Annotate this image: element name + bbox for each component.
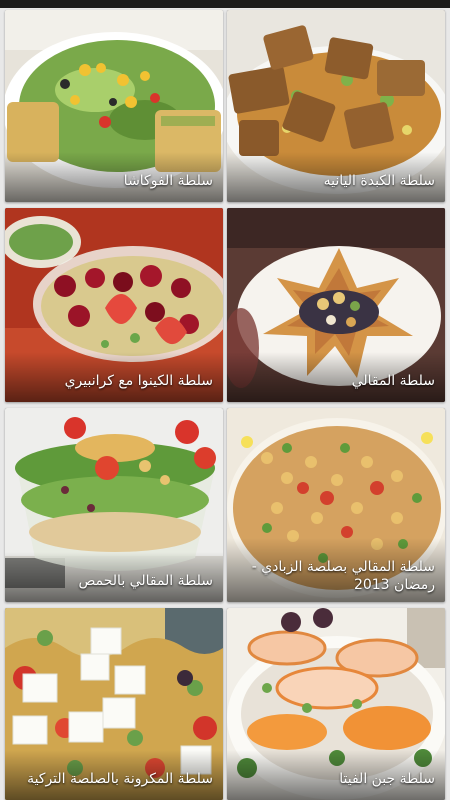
recipe-card-fried-salad[interactable]: سلطة المقالي — [227, 208, 445, 402]
recipe-title: سلطة المقالي بصلصة الزبادي - رمضان 2013 — [251, 559, 435, 593]
recipe-card-focaccia-salad[interactable]: سلطة الفوكاشا — [5, 10, 223, 202]
recipe-card-quinoa-cranberry-salad[interactable]: سلطة الكينوا مع كرانبيري — [5, 208, 223, 402]
recipe-title: سلطة المقالي — [351, 373, 435, 389]
recipe-title: سلطة الكينوا مع كرانبيري — [64, 373, 213, 389]
recipe-title: سلطة المقالي بالحمص — [78, 573, 214, 589]
recipe-grid: سلطة الفوكاشا سلطة الكبدة اليانيه سلطة ا… — [0, 8, 450, 800]
recipe-card-pasta-turkish-sauce-salad[interactable]: سلطة المكرونة بالصلصة التركية — [5, 608, 223, 800]
recipe-title: سلطة جبن الفيتا — [339, 771, 435, 787]
recipe-title: سلطة المكرونة بالصلصة التركية — [27, 771, 213, 787]
recipe-title: سلطة الفوكاشا — [123, 173, 213, 189]
recipe-card-fried-yogurt-salad[interactable]: سلطة المقالي بصلصة الزبادي - رمضان 2013 — [227, 408, 445, 602]
status-bar — [0, 0, 450, 8]
recipe-card-liver-salad[interactable]: سلطة الكبدة اليانيه — [227, 10, 445, 202]
recipe-card-fried-chickpea-salad[interactable]: سلطة المقالي بالحمص — [5, 408, 223, 602]
recipe-title: سلطة الكبدة اليانيه — [323, 173, 435, 189]
recipe-card-feta-cheese-salad[interactable]: سلطة جبن الفيتا — [227, 608, 445, 800]
